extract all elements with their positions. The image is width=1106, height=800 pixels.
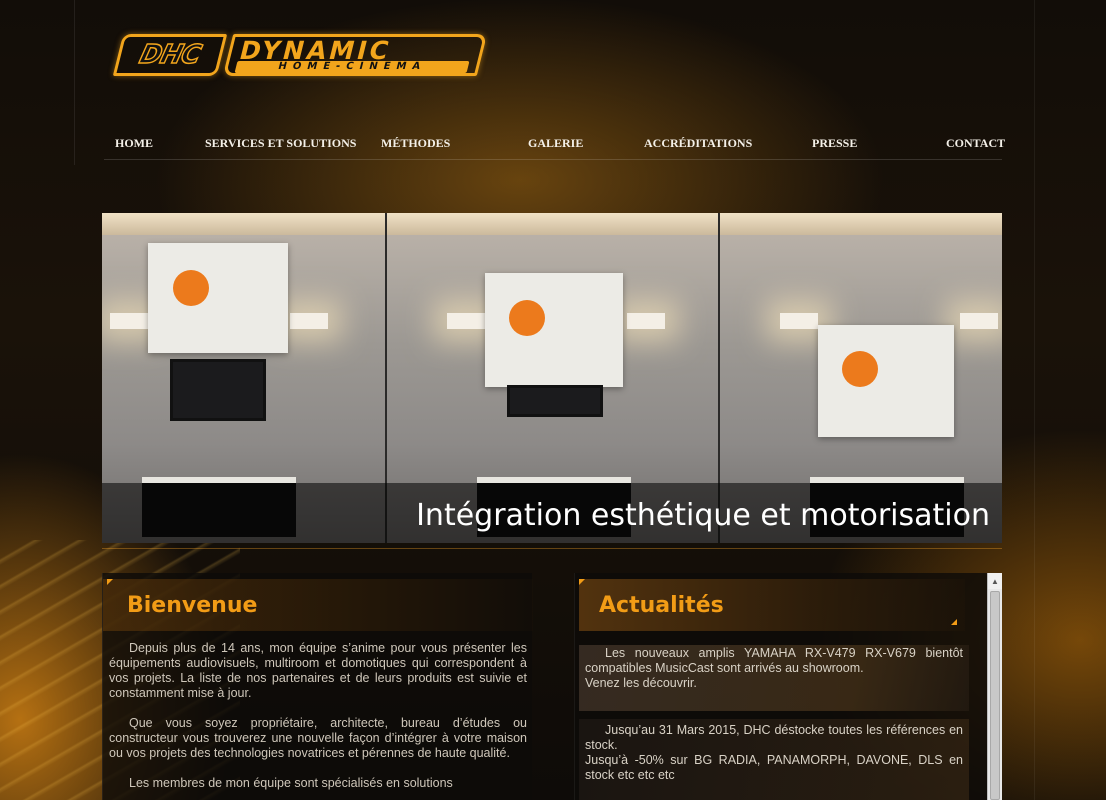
orange-dot: [509, 300, 545, 336]
nav-galerie[interactable]: GALERIE: [528, 136, 583, 151]
nav-accreditations[interactable]: ACCRÉDITATIONS: [644, 136, 752, 151]
welcome-paragraph: Les membres de mon équipe sont spécialis…: [129, 776, 453, 790]
site-logo[interactable]: DHC DYNAMIC HOME-CINEMA: [112, 32, 488, 78]
hero-banner: Intégration esthétique et motorisation: [102, 213, 1002, 543]
divider: [1034, 0, 1035, 800]
scroll-up-arrow-icon[interactable]: ▲: [988, 573, 1002, 589]
news-item-text: Venez les découvrir.: [585, 676, 697, 690]
main-navigation: HOME SERVICES ET SOLUTIONS MÉTHODES GALE…: [104, 134, 1005, 160]
wall-lamp: [447, 313, 485, 329]
projection-screen: [818, 325, 954, 437]
news-item[interactable]: Les nouveaux amplis YAMAHA RX-V479 RX-V6…: [579, 645, 969, 711]
nav-contact[interactable]: CONTACT: [946, 136, 1005, 151]
news-section: Actualités Les nouveaux amplis YAMAHA RX…: [574, 573, 988, 800]
welcome-section: Bienvenue Depuis plus de 14 ans, mon équ…: [102, 573, 533, 800]
wall-lamp: [290, 313, 328, 329]
welcome-paragraph: Que vous soyez propriétaire, architecte,…: [109, 716, 527, 760]
logo-tagline: HOME-CINEMA: [234, 61, 470, 73]
wall-lamp: [780, 313, 818, 329]
logo-mark-text: DHC: [136, 39, 204, 71]
wall-lamp: [960, 313, 998, 329]
orange-dot: [173, 270, 209, 306]
corner-marker: [107, 579, 113, 585]
projection-screen: [485, 273, 623, 387]
orange-dot: [842, 351, 878, 387]
scroll-thumb[interactable]: [990, 591, 1000, 800]
news-scrollbar[interactable]: ▲: [987, 573, 1002, 800]
nav-services[interactable]: SERVICES ET SOLUTIONS: [205, 136, 356, 151]
corner-marker: [579, 579, 585, 585]
nav-methodes[interactable]: MÉTHODES: [381, 136, 450, 151]
logo-wordmark: DYNAMIC HOME-CINEMA: [222, 34, 488, 76]
corner-arrow-icon: [951, 619, 957, 625]
news-item[interactable]: Jusqu’au 31 Mars 2015, DHC déstocke tout…: [579, 719, 969, 800]
logo-mark: DHC: [112, 34, 228, 76]
nav-presse[interactable]: PRESSE: [812, 136, 857, 151]
wall-lamp: [627, 313, 665, 329]
divider: [102, 548, 1002, 549]
welcome-text: Depuis plus de 14 ans, mon équipe s’anim…: [109, 641, 527, 800]
news-item-text: Jusqu’au 31 Mars 2015, DHC déstocke tout…: [585, 723, 963, 752]
television: [170, 359, 266, 421]
television: [507, 385, 603, 417]
divider: [74, 0, 75, 165]
news-item-text: Les nouveaux amplis YAMAHA RX-V479 RX-V6…: [585, 646, 963, 675]
wall-lamp: [110, 313, 148, 329]
banner-caption: Intégration esthétique et motorisation: [416, 498, 990, 533]
projection-screen: [148, 243, 288, 353]
news-title: Actualités: [599, 593, 724, 618]
nav-home[interactable]: HOME: [115, 136, 153, 151]
welcome-title: Bienvenue: [127, 593, 258, 618]
news-item-text: Jusqu’à -50% sur BG RADIA, PANAMORPH, DA…: [585, 753, 963, 782]
welcome-paragraph: Depuis plus de 14 ans, mon équipe s’anim…: [109, 641, 527, 700]
